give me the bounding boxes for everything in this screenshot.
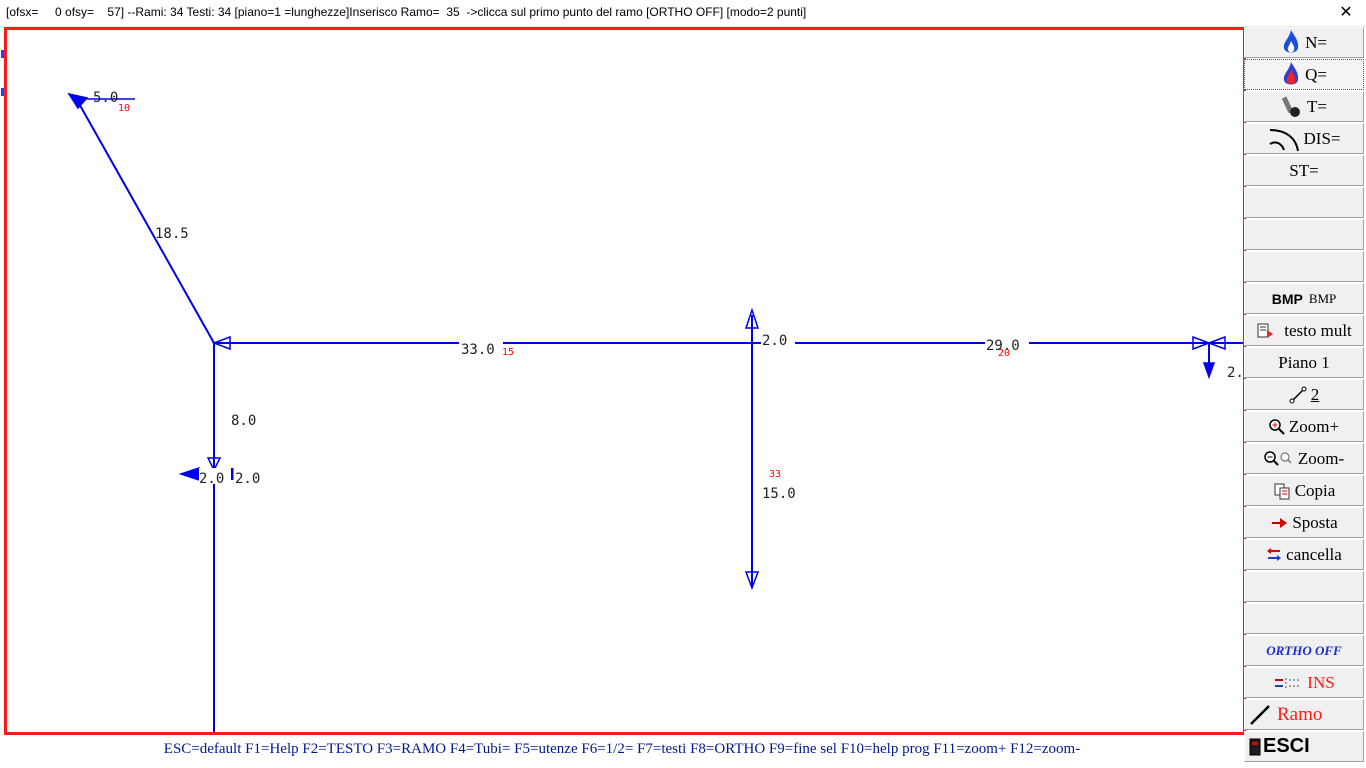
piano-label: Piano 1 [1278, 352, 1330, 372]
dimension-label: 5.0 [93, 90, 118, 106]
ramo-button[interactable]: Ramo [1244, 699, 1364, 730]
pipe-network-drawing[interactable]: 5.0 18.5 33.0 2.0 29.0 2. 8.0 2.0 2.0 15… [7, 30, 1243, 732]
burner-icon [1281, 95, 1303, 119]
move-icon [1270, 516, 1288, 530]
dis-label: DIS= [1303, 128, 1341, 148]
dimension-label: 18.5 [155, 226, 189, 242]
zoom-out-label: Zoom- [1297, 448, 1345, 468]
branch-number: 20 [998, 348, 1010, 359]
exit-icon [1249, 738, 1261, 756]
dimension-label: 15.0 [762, 486, 796, 502]
curve-icon [1268, 126, 1300, 152]
q-button[interactable]: Q= [1244, 59, 1364, 90]
zoom-in-button[interactable]: Zoom+ [1244, 411, 1364, 442]
empty-button[interactable] [1244, 219, 1364, 250]
n-button[interactable]: N= [1244, 27, 1364, 58]
dimension-label: 33.0 [461, 342, 495, 358]
t-button[interactable]: T= [1244, 91, 1364, 122]
copia-button[interactable]: Copia [1244, 475, 1364, 506]
copia-label: Copia [1294, 480, 1336, 500]
dimension-label: 8.0 [231, 413, 256, 429]
dimension-label: 2.0 [235, 471, 260, 487]
empty-button[interactable] [1244, 603, 1364, 634]
branch-number: 15 [502, 347, 514, 358]
esci-button[interactable]: ESCI [1244, 731, 1364, 762]
pipe-branch[interactable] [76, 99, 215, 344]
st-button[interactable]: ST= [1244, 155, 1364, 186]
bmp-label-secondary: BMP [1308, 290, 1337, 306]
empty-button[interactable] [1244, 251, 1364, 282]
empty-button[interactable] [1244, 571, 1364, 602]
branch-number: 10 [118, 103, 130, 114]
segment-icon [1289, 386, 1307, 404]
empty-button[interactable] [1244, 187, 1364, 218]
ins-button[interactable]: INS [1244, 667, 1364, 698]
zoom-in-label: Zoom+ [1288, 416, 1340, 436]
drawing-canvas[interactable]: 5.0 18.5 33.0 2.0 29.0 2. 8.0 2.0 2.0 15… [4, 27, 1246, 735]
sposta-label: Sposta [1292, 512, 1338, 532]
arrowhead [178, 466, 200, 482]
ortho-label: ORTHO OFF [1266, 642, 1342, 658]
dimension-label: 2. [1227, 365, 1243, 381]
n-label: N= [1305, 32, 1327, 52]
mode-2-points-button[interactable]: 2 [1244, 379, 1364, 410]
zoom-out-icon [1264, 450, 1294, 467]
bmp-button[interactable]: BMP BMP [1244, 283, 1364, 314]
insert-icon [1273, 675, 1303, 691]
sposta-button[interactable]: Sposta [1244, 507, 1364, 538]
testo-mult-label: testo mult [1284, 320, 1352, 340]
line-icon [1249, 704, 1271, 726]
dis-button[interactable]: DIS= [1244, 123, 1364, 154]
cancella-label: cancella [1286, 544, 1342, 564]
close-icon[interactable]: ✕ [1326, 0, 1366, 26]
delete-icon [1266, 547, 1282, 563]
zoom-out-button[interactable]: Zoom- [1244, 443, 1364, 474]
ortho-toggle-button[interactable]: ORTHO OFF [1244, 635, 1364, 666]
gas-flame-icon [1281, 29, 1301, 57]
title-bar: [ofsx= 0 ofsy= 57] --Rami: 34 Testi: 34 … [0, 0, 1366, 27]
dimension-label: 2.0 [762, 333, 787, 349]
arrowhead [1202, 362, 1216, 380]
function-keys-bar: ESC=default F1=Help F2=TESTO F3=RAMO F4=… [0, 734, 1244, 765]
esci-label: ESCI [1263, 735, 1310, 757]
ins-label: INS [1307, 672, 1335, 692]
branch-number: 33 [769, 469, 781, 480]
cancella-button[interactable]: cancella [1244, 539, 1364, 570]
q-label: Q= [1305, 64, 1327, 84]
flame-icon [1281, 61, 1301, 89]
t-label: T= [1307, 96, 1327, 116]
function-keys-help: ESC=default F1=Help F2=TESTO F3=RAMO F4=… [163, 741, 1081, 757]
mode-label: 2 [1310, 384, 1320, 404]
window-title: [ofsx= 0 ofsy= 57] --Rami: 34 Testi: 34 … [6, 5, 807, 19]
bmp-label: BMP [1271, 290, 1303, 307]
ramo-label: Ramo [1277, 703, 1323, 725]
dimension-label: 2.0 [199, 471, 224, 487]
piano-button[interactable]: Piano 1 [1244, 347, 1364, 378]
tool-sidebar: N= Q= T= DIS= ST= BMP BMP testo mult Pia… [1244, 27, 1366, 765]
st-label: ST= [1289, 160, 1319, 180]
arrowheads [67, 92, 1226, 591]
copy-icon [1273, 482, 1291, 500]
zoom-in-icon [1269, 418, 1285, 435]
testo-mult-button[interactable]: testo mult [1244, 315, 1364, 346]
text-icon [1256, 322, 1274, 340]
arrowhead [67, 92, 89, 110]
